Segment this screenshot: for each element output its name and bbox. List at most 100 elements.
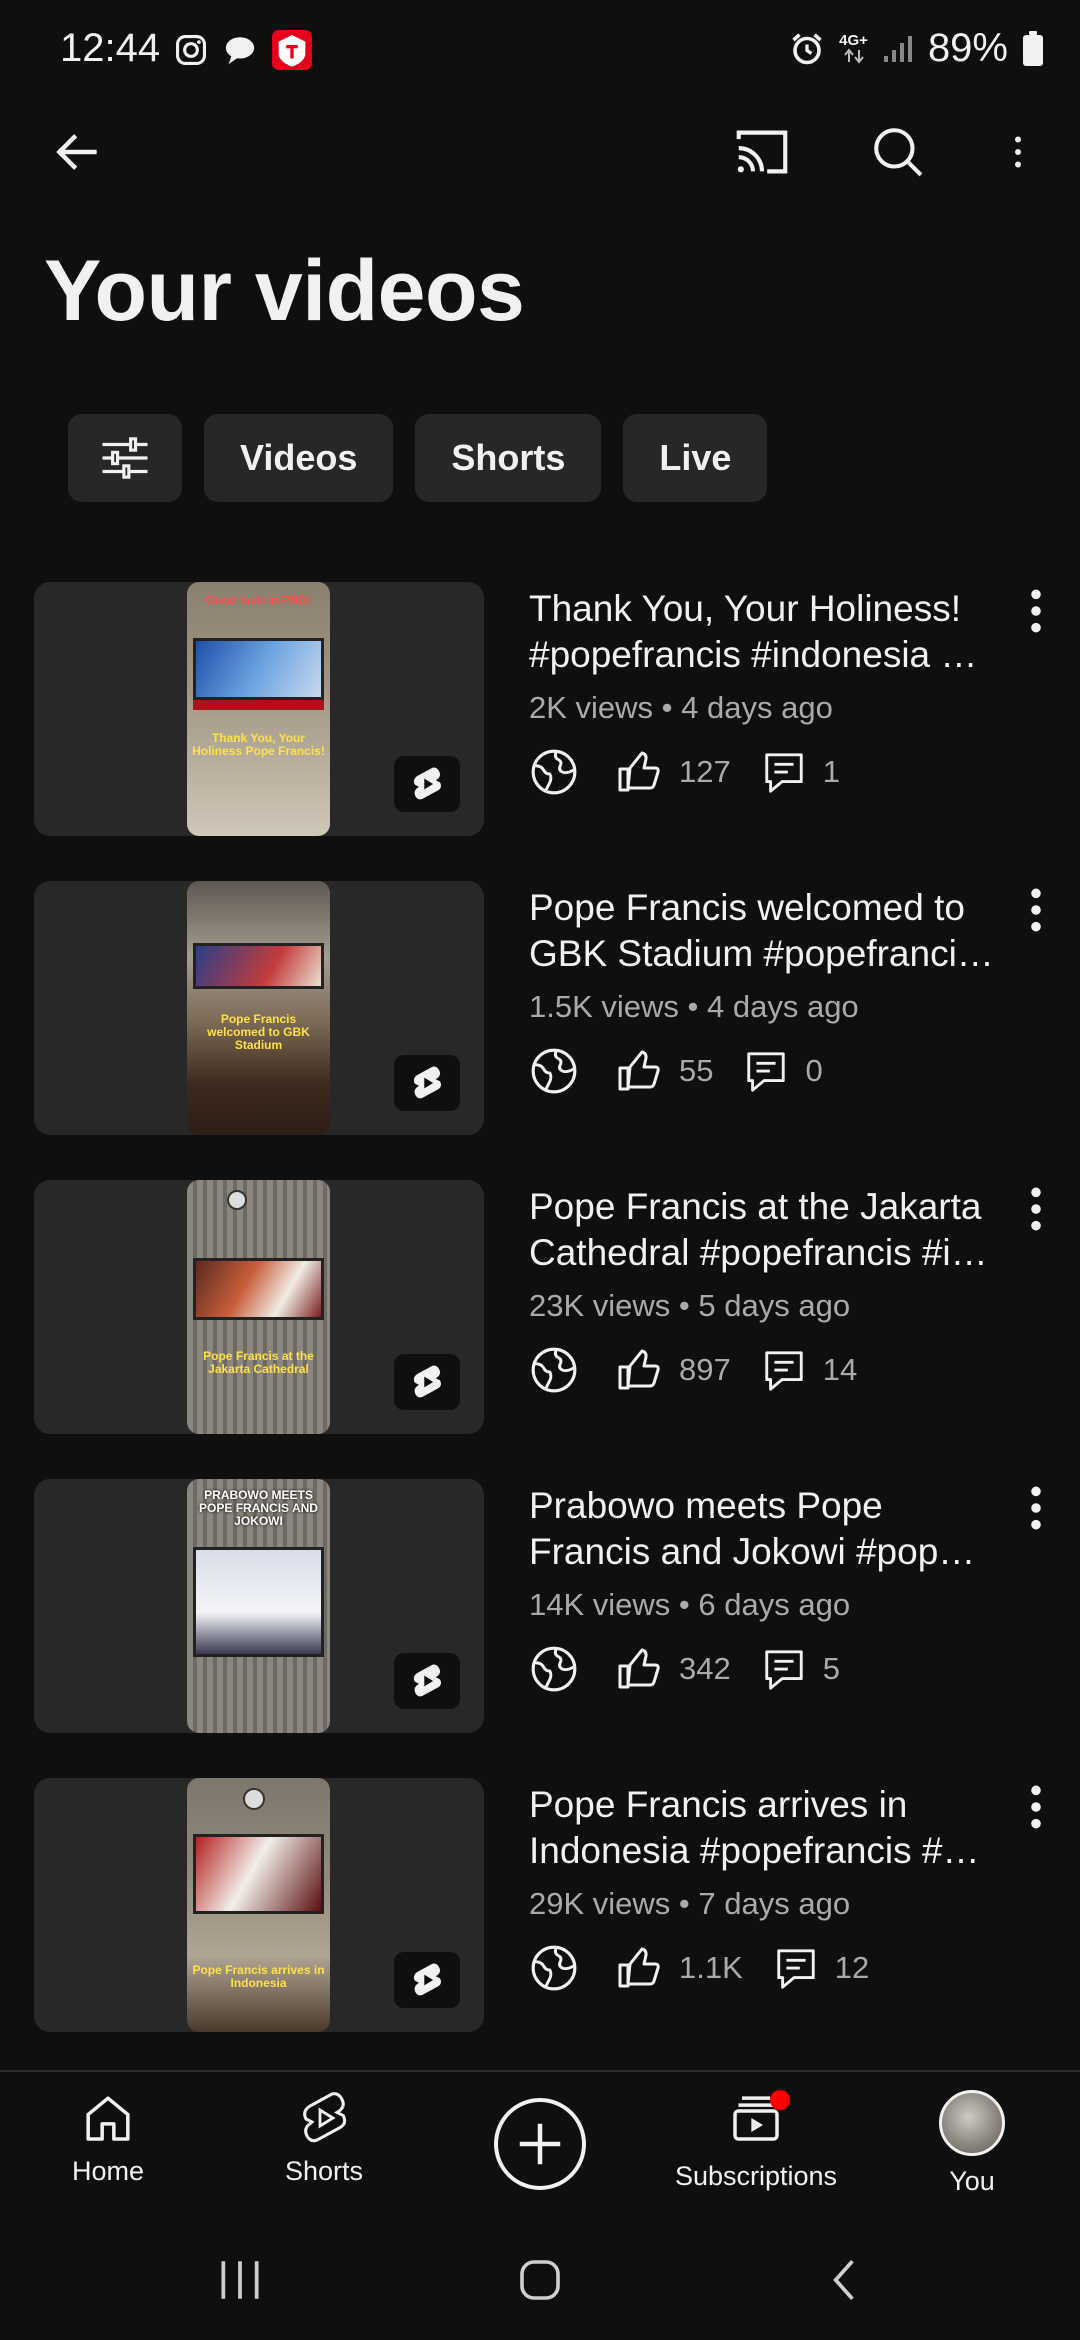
- thumbnail-top-caption: Good luck in PNG!: [205, 593, 312, 607]
- comment-count: 5: [822, 1651, 840, 1686]
- create-button[interactable]: [494, 2098, 586, 2190]
- battery-icon: [1023, 30, 1043, 66]
- thumbs-up-icon: [615, 1346, 663, 1394]
- thumbnail-bottom-caption: Thank You, Your Holiness Pope Francis!: [192, 731, 325, 758]
- video-thumbnail[interactable]: Pope Francis at the Jakarta Cathedral: [34, 1180, 484, 1434]
- visibility-public-icon: [529, 1345, 579, 1395]
- upload-age: 4 days ago: [707, 989, 859, 1024]
- comment-count: 12: [834, 1950, 870, 1985]
- thumbnail-image: Pope Francis at the Jakarta Cathedral: [187, 1180, 330, 1434]
- view-count: 23K views: [529, 1288, 671, 1323]
- shorts-badge: [394, 1653, 460, 1709]
- comment-icon: [773, 1945, 819, 1991]
- comment-icon: [761, 749, 807, 795]
- thumbnail-bottom-caption: Pope Francis arrives in Indonesia: [192, 1963, 325, 1990]
- search-icon: [874, 128, 923, 177]
- video-item[interactable]: Pope Francis welcomed to GBK Stadium Pop…: [0, 881, 1080, 1135]
- arrow-left-icon: [56, 134, 97, 170]
- video-item[interactable]: Good luck in PNG! Thank You, Your Holine…: [0, 582, 1080, 836]
- video-item[interactable]: Pope Francis at the Jakarta Cathedral Po…: [0, 1180, 1080, 1434]
- video-stats: 897 14: [529, 1342, 1009, 1398]
- comment-count: 14: [822, 1352, 858, 1387]
- video-stats: 127 1: [529, 744, 1009, 800]
- comment-icon: [743, 1048, 789, 1094]
- nav-subscriptions-label: Subscriptions: [674, 2161, 838, 2191]
- video-more-button[interactable]: [1018, 885, 1054, 945]
- video-thumbnail[interactable]: PRABOWO MEETS POPE FRANCIS AND JOKOWI: [34, 1479, 484, 1733]
- video-thumbnail[interactable]: Pope Francis welcomed to GBK Stadium: [34, 881, 484, 1135]
- video-more-button[interactable]: [1018, 1782, 1054, 1842]
- nav-shorts-label: Shorts: [284, 2156, 364, 2186]
- like-count: 897: [679, 1352, 731, 1387]
- like-count: 55: [679, 1053, 714, 1088]
- comment-icon: [761, 1347, 807, 1393]
- recent-apps-icon: [221, 2261, 259, 2299]
- shorts-icon: [303, 2092, 347, 2143]
- filter-chips: Videos Shorts Live: [68, 414, 768, 502]
- shorts-badge: [394, 756, 460, 812]
- nav-home[interactable]: Home: [28, 2090, 188, 2187]
- nav-you-label: You: [949, 2166, 995, 2196]
- more-options-button[interactable]: [986, 120, 1050, 184]
- thumbs-up-icon: [615, 748, 663, 796]
- video-item[interactable]: Pope Francis arrives in Indonesia Pope F…: [0, 1778, 1080, 2032]
- home-icon: [86, 2096, 130, 2141]
- thumbnail-screen: [193, 1258, 324, 1320]
- video-title[interactable]: Prabowo meets Pope Francis and Jokowi #p…: [529, 1483, 1009, 1575]
- comment-icon: [761, 1646, 807, 1692]
- thumbnail-clock: [227, 1190, 247, 1210]
- cast-button[interactable]: [730, 120, 794, 184]
- back-button[interactable]: [46, 120, 110, 184]
- upload-age: 4 days ago: [681, 690, 833, 725]
- chip-shorts[interactable]: Shorts: [415, 414, 602, 502]
- video-info: Prabowo meets Pope Francis and Jokowi #p…: [529, 1483, 1009, 1697]
- chip-live[interactable]: Live: [623, 414, 768, 502]
- search-button[interactable]: [866, 120, 930, 184]
- chip-videos[interactable]: Videos: [204, 414, 394, 502]
- video-thumbnail[interactable]: Pope Francis arrives in Indonesia: [34, 1778, 484, 2032]
- instagram-icon: [175, 34, 207, 66]
- more-vertical-icon: [1031, 888, 1041, 932]
- video-stats: 55 0: [529, 1043, 1009, 1099]
- network-type-label: 4G+: [839, 31, 868, 49]
- top-app-bar: [0, 110, 1080, 190]
- more-vertical-icon: [1031, 1187, 1041, 1231]
- chat-bubble-icon: [225, 37, 255, 65]
- thumbnail-bottom-caption: Pope Francis at the Jakarta Cathedral: [203, 1349, 314, 1376]
- thumbs-up-icon: [615, 1645, 663, 1693]
- shorts-badge: [394, 1952, 460, 2008]
- video-title[interactable]: Thank You, Your Holiness! #popefrancis #…: [529, 586, 1009, 678]
- nav-shorts[interactable]: Shorts: [244, 2090, 404, 2187]
- sliders-icon: [102, 437, 148, 479]
- video-title[interactable]: Pope Francis at the Jakarta Cathedral #p…: [529, 1184, 1009, 1276]
- nav-subscriptions[interactable]: Subscriptions: [674, 2090, 838, 2192]
- home-system-button[interactable]: [500, 2250, 580, 2310]
- video-more-button[interactable]: [1018, 586, 1054, 646]
- video-stats: 1.1K 12: [529, 1940, 1009, 1996]
- video-thumbnail[interactable]: Good luck in PNG! Thank You, Your Holine…: [34, 582, 484, 836]
- more-vertical-icon: [1031, 1486, 1041, 1530]
- video-title[interactable]: Pope Francis welcomed to GBK Stadium #po…: [529, 885, 1009, 977]
- telkomsel-app-icon: [272, 30, 312, 70]
- video-item[interactable]: PRABOWO MEETS POPE FRANCIS AND JOKOWI Pr…: [0, 1479, 1080, 1733]
- like-count: 127: [679, 754, 731, 789]
- status-notification-icons: [174, 30, 312, 70]
- recent-apps-button[interactable]: [200, 2250, 280, 2310]
- signal-strength-icon: [883, 35, 912, 62]
- alarm-icon: [792, 32, 822, 64]
- video-title[interactable]: Pope Francis arrives in Indonesia #popef…: [529, 1782, 1009, 1874]
- video-list: Good luck in PNG! Thank You, Your Holine…: [0, 582, 1080, 2077]
- bottom-navigation: Home Shorts Subscriptions You: [0, 2070, 1080, 2220]
- thumbnail-bottom-caption: Pope Francis welcomed to GBK Stadium: [207, 1012, 310, 1052]
- video-info: Pope Francis welcomed to GBK Stadium #po…: [529, 885, 1009, 1099]
- video-more-button[interactable]: [1018, 1483, 1054, 1543]
- nav-you[interactable]: You: [892, 2090, 1052, 2197]
- video-more-button[interactable]: [1018, 1184, 1054, 1244]
- like-count: 342: [679, 1651, 731, 1686]
- back-system-button[interactable]: [804, 2250, 884, 2310]
- thumbnail-banner: [193, 700, 324, 710]
- nav-home-label: Home: [71, 2156, 145, 2186]
- page-title: Your videos: [44, 243, 525, 339]
- thumbnail-image: Pope Francis arrives in Indonesia: [187, 1778, 330, 2032]
- filter-settings-chip[interactable]: [68, 414, 182, 502]
